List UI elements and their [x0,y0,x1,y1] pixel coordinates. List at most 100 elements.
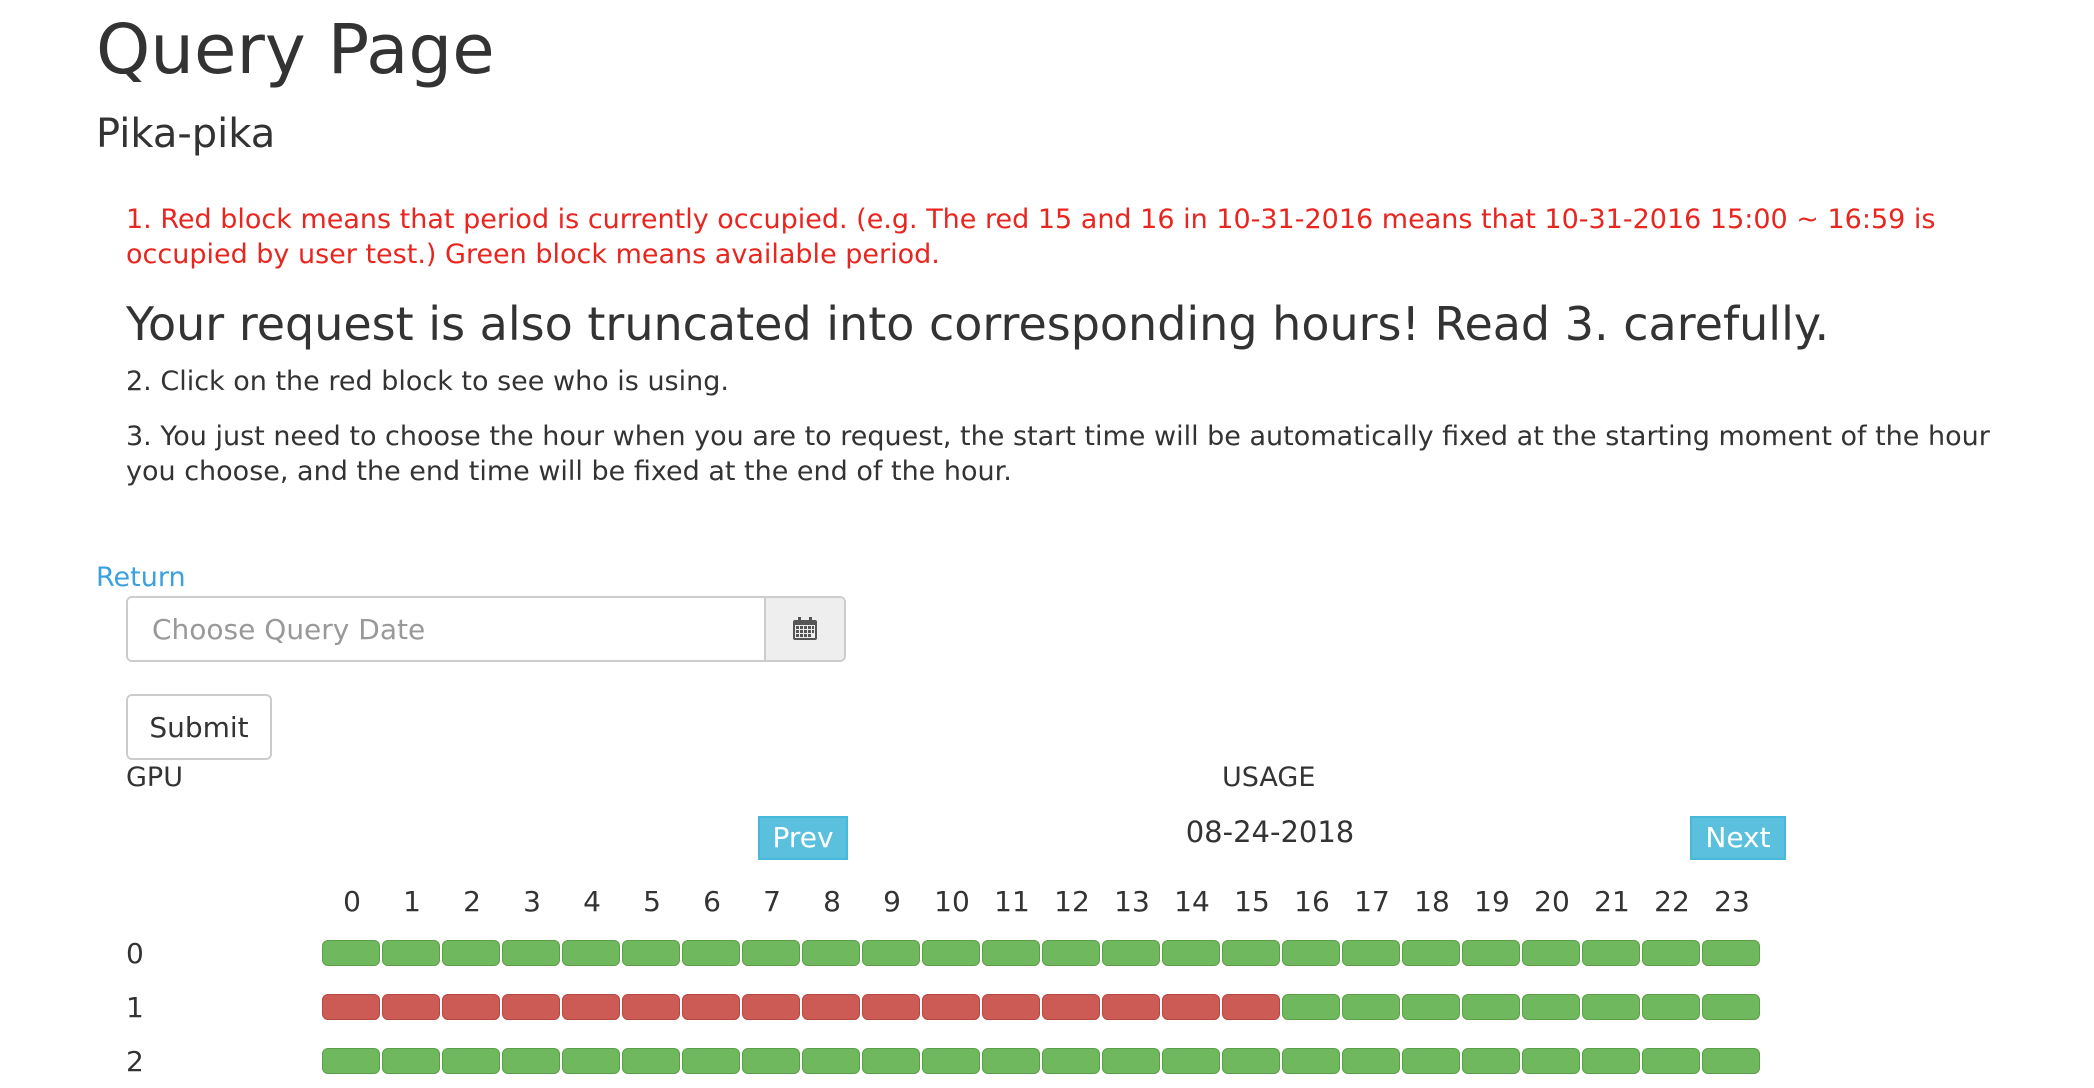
available-hour-block[interactable] [1102,940,1160,966]
available-hour-block[interactable] [1582,994,1640,1020]
available-hour-block[interactable] [922,1048,980,1074]
available-hour-block[interactable] [1582,940,1640,966]
available-hour-block[interactable] [382,940,440,966]
hour-label: 3 [523,885,541,918]
date-picker [126,596,846,662]
usage-column-header: USAGE [1222,762,1316,793]
occupied-hour-block[interactable] [922,994,980,1020]
available-hour-block[interactable] [1342,1048,1400,1074]
available-hour-block[interactable] [1642,1048,1700,1074]
available-hour-block[interactable] [322,940,380,966]
available-hour-block[interactable] [622,940,680,966]
occupied-hour-block[interactable] [1222,994,1280,1020]
hour-label: 23 [1714,885,1750,918]
available-hour-block[interactable] [1222,1048,1280,1074]
occupied-hour-block[interactable] [982,994,1040,1020]
available-hour-block[interactable] [1342,994,1400,1020]
available-hour-block[interactable] [1462,1048,1520,1074]
available-hour-block[interactable] [502,940,560,966]
occupied-hour-block[interactable] [1102,994,1160,1020]
available-hour-block[interactable] [1582,1048,1640,1074]
available-hour-block[interactable] [1402,1048,1460,1074]
hour-label: 11 [994,885,1030,918]
occupied-hour-block[interactable] [382,994,440,1020]
gpu-id-label: 2 [126,1045,144,1078]
occupied-hour-block[interactable] [442,994,500,1020]
hour-label: 8 [823,885,841,918]
available-hour-block[interactable] [322,1048,380,1074]
calendar-button[interactable] [764,598,844,660]
available-hour-block[interactable] [862,1048,920,1074]
available-hour-block[interactable] [922,940,980,966]
hour-label: 4 [583,885,601,918]
occupied-hour-block[interactable] [1042,994,1100,1020]
available-hour-block[interactable] [1642,940,1700,966]
hour-label: 13 [1114,885,1150,918]
occupied-hour-block[interactable] [622,994,680,1020]
available-hour-block[interactable] [1702,940,1760,966]
page-subtitle: Pika-pika [96,111,276,157]
available-hour-block[interactable] [562,940,620,966]
available-hour-block[interactable] [742,940,800,966]
available-hour-block[interactable] [802,940,860,966]
available-hour-block[interactable] [1222,940,1280,966]
query-date-input[interactable] [128,598,764,660]
available-hour-block[interactable] [442,1048,500,1074]
hour-label: 21 [1594,885,1630,918]
available-hour-block[interactable] [1102,1048,1160,1074]
available-hour-block[interactable] [682,940,740,966]
available-hour-block[interactable] [742,1048,800,1074]
available-hour-block[interactable] [1282,940,1340,966]
available-hour-block[interactable] [862,940,920,966]
occupied-hour-block[interactable] [742,994,800,1020]
available-hour-block[interactable] [982,1048,1040,1074]
available-hour-block[interactable] [382,1048,440,1074]
hour-label: 5 [643,885,661,918]
available-hour-block[interactable] [1702,1048,1760,1074]
return-link[interactable]: Return [96,560,186,596]
available-hour-block[interactable] [1462,940,1520,966]
available-hour-block[interactable] [982,940,1040,966]
available-hour-block[interactable] [442,940,500,966]
available-hour-block[interactable] [1522,1048,1580,1074]
available-hour-block[interactable] [682,1048,740,1074]
available-hour-block[interactable] [1162,1048,1220,1074]
available-hour-block[interactable] [502,1048,560,1074]
available-hour-block[interactable] [1462,994,1520,1020]
available-hour-block[interactable] [562,1048,620,1074]
hour-blocks [322,1048,1762,1074]
note-click-red: 2. Click on the red block to see who is … [126,366,729,397]
available-hour-block[interactable] [1162,940,1220,966]
available-hour-block[interactable] [1342,940,1400,966]
available-hour-block[interactable] [1522,994,1580,1020]
prev-button[interactable]: Prev [758,816,848,860]
available-hour-block[interactable] [1042,940,1100,966]
available-hour-block[interactable] [1282,1048,1340,1074]
gpu-id-label: 0 [126,937,144,970]
available-hour-block[interactable] [1642,994,1700,1020]
next-button[interactable]: Next [1690,816,1786,860]
available-hour-block[interactable] [1702,994,1760,1020]
available-hour-block[interactable] [622,1048,680,1074]
hour-label: 7 [763,885,781,918]
occupied-hour-block[interactable] [562,994,620,1020]
occupied-hour-block[interactable] [802,994,860,1020]
available-hour-block[interactable] [1402,994,1460,1020]
hour-label: 17 [1354,885,1390,918]
occupied-hour-block[interactable] [502,994,560,1020]
available-hour-block[interactable] [802,1048,860,1074]
note-red-blocks: 1. Red block means that period is curren… [126,204,1936,270]
hour-label: 2 [463,885,481,918]
occupied-hour-block[interactable] [682,994,740,1020]
available-hour-block[interactable] [1522,940,1580,966]
note-headline: Your request is also truncated into corr… [126,297,1830,351]
available-hour-block[interactable] [1042,1048,1100,1074]
calendar-icon [793,617,817,640]
occupied-hour-block[interactable] [322,994,380,1020]
submit-button[interactable]: Submit [126,694,272,760]
occupied-hour-block[interactable] [1162,994,1220,1020]
available-hour-block[interactable] [1282,994,1340,1020]
occupied-hour-block[interactable] [862,994,920,1020]
available-hour-block[interactable] [1402,940,1460,966]
hour-label: 0 [343,885,361,918]
